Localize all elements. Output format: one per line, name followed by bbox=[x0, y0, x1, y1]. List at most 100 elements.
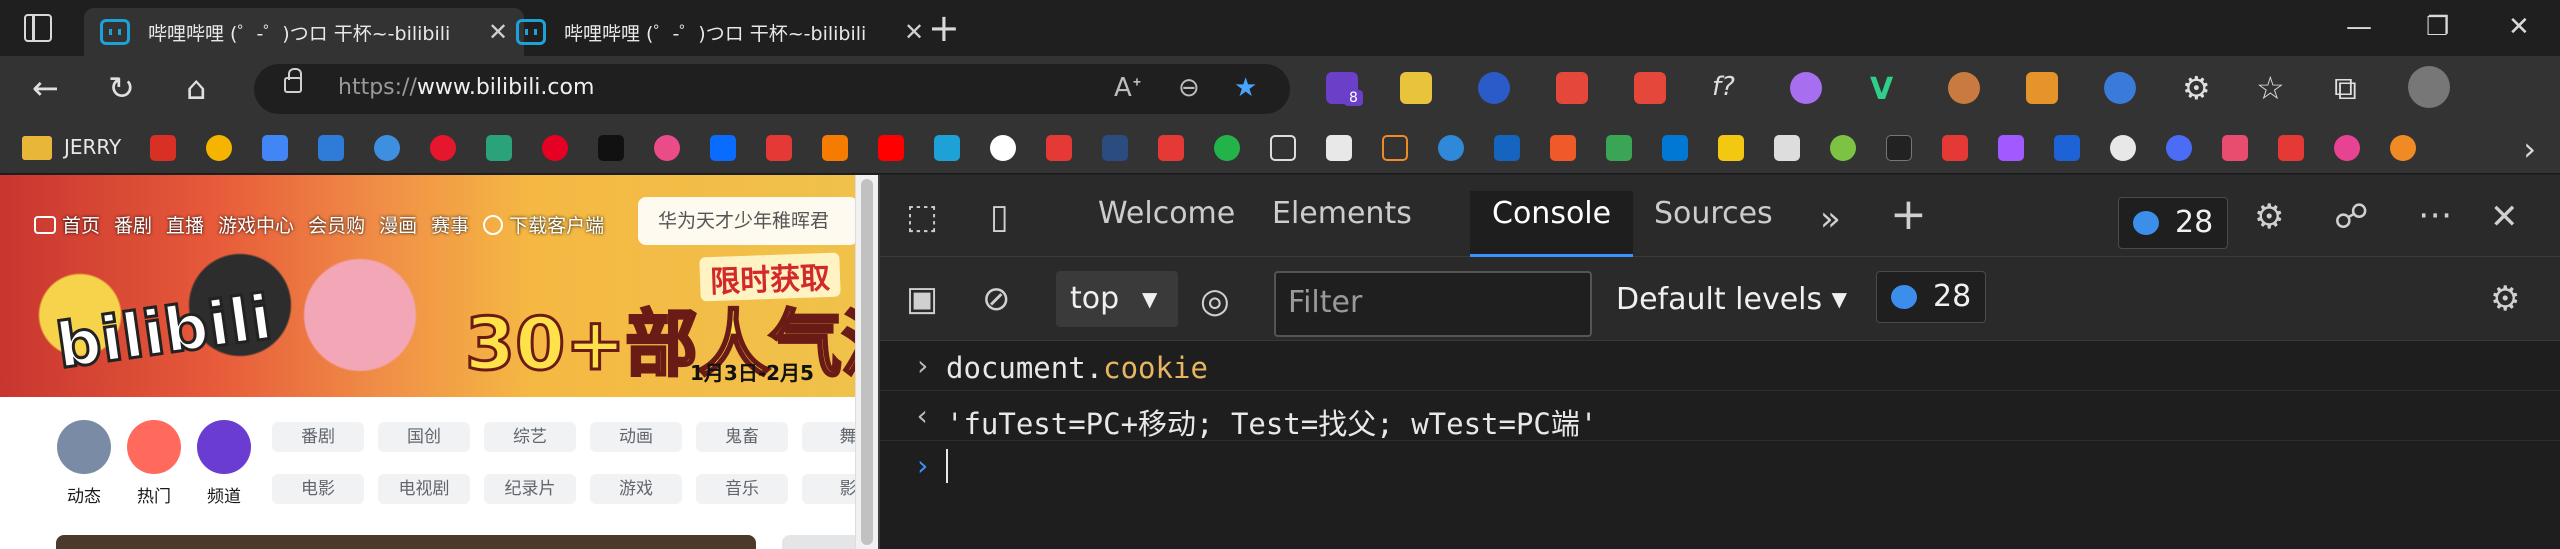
category-guichu[interactable]: 鬼畜 bbox=[696, 422, 788, 452]
on-icon[interactable] bbox=[1662, 135, 1688, 161]
category-tv[interactable]: 电视剧 bbox=[378, 474, 470, 504]
bookmark-33-icon[interactable] bbox=[1942, 135, 1968, 161]
extension-10-icon[interactable] bbox=[2026, 72, 2058, 104]
zhihu-icon[interactable] bbox=[710, 135, 736, 161]
bookmark-37-icon[interactable] bbox=[2166, 135, 2192, 161]
refresh-icon[interactable]: ↻ bbox=[108, 70, 135, 106]
extension-8-icon[interactable]: V bbox=[1870, 72, 1902, 107]
extension-11-icon[interactable] bbox=[2104, 72, 2136, 104]
bookmark-41-icon[interactable] bbox=[2390, 135, 2416, 161]
nav-manga[interactable]: 漫画 bbox=[379, 211, 417, 238]
globe-icon[interactable] bbox=[374, 135, 400, 161]
profile-avatar-icon[interactable] bbox=[2408, 66, 2450, 108]
filter-input[interactable]: Filter bbox=[1274, 271, 1592, 337]
close-devtools-icon[interactable]: ✕ bbox=[2490, 197, 2519, 237]
bookmark-40-icon[interactable] bbox=[2334, 135, 2360, 161]
video-card[interactable] bbox=[782, 535, 862, 549]
formula-icon[interactable]: f? bbox=[1712, 72, 1744, 104]
nav-esports[interactable]: 赛事 bbox=[431, 211, 469, 238]
bookmark-39-icon[interactable] bbox=[2278, 135, 2304, 161]
category-movie[interactable]: 电影 bbox=[272, 474, 364, 504]
wechat-icon[interactable] bbox=[1214, 135, 1240, 161]
new-tab-button[interactable]: + bbox=[928, 9, 960, 47]
extension-2-icon[interactable] bbox=[1400, 72, 1432, 104]
messages-badge[interactable]: 28 bbox=[1876, 271, 1987, 323]
bookmark-30-icon[interactable] bbox=[1774, 135, 1800, 161]
bookmark-36-icon[interactable] bbox=[2110, 135, 2136, 161]
extension-3-icon[interactable] bbox=[1478, 72, 1510, 104]
bookmark-23-icon[interactable] bbox=[1382, 135, 1408, 161]
gmail-icon[interactable] bbox=[150, 135, 176, 161]
favorites-folder-jerry[interactable]: JERRY bbox=[64, 135, 121, 159]
add-tab-icon[interactable]: + bbox=[1890, 193, 1927, 237]
console-output[interactable]: › document.cookie ‹ 'fuTest=PC+移动; Test=… bbox=[880, 341, 2560, 549]
extensions-icon[interactable]: ⚙ bbox=[2182, 70, 2211, 106]
extension-5-icon[interactable] bbox=[1634, 72, 1666, 104]
back-icon[interactable]: ← bbox=[32, 70, 59, 106]
category-guochuang[interactable]: 国创 bbox=[378, 422, 470, 452]
console-result-line[interactable]: ‹ 'fuTest=PC+移动; Test=找父; wTest=PC端' bbox=[880, 391, 2560, 441]
home-icon[interactable]: ⌂ bbox=[186, 70, 206, 106]
tab-sources[interactable]: Sources bbox=[1632, 191, 1795, 257]
console-input-line[interactable]: › document.cookie bbox=[880, 341, 2560, 391]
log-levels-dropdown[interactable]: Default levels ▼ bbox=[1616, 275, 1847, 327]
favorites-icon[interactable]: ☆ bbox=[2256, 70, 2285, 106]
more-tabs-icon[interactable]: » bbox=[1820, 199, 1841, 239]
console-settings-icon[interactable]: ⚙ bbox=[2490, 279, 2520, 319]
close-window-icon[interactable]: ✕ bbox=[2508, 12, 2530, 42]
cookie-icon[interactable] bbox=[1948, 72, 1980, 104]
bookmark-26-icon[interactable] bbox=[1550, 135, 1576, 161]
bookmark-7-icon[interactable] bbox=[486, 135, 512, 161]
tab-console[interactable]: Console bbox=[1470, 191, 1634, 257]
issues-badge[interactable]: 28 bbox=[2118, 197, 2229, 249]
sidebar-toggle-icon[interactable]: ▣ bbox=[906, 279, 938, 319]
search-input[interactable]: 华为天才少年稚晖君 bbox=[638, 197, 858, 245]
weibo-icon[interactable] bbox=[430, 135, 456, 161]
clear-console-icon[interactable]: ⊘ bbox=[982, 279, 1011, 319]
quick-hot[interactable]: 热门 bbox=[124, 420, 184, 507]
bookmark-25-icon[interactable] bbox=[1494, 135, 1520, 161]
context-select[interactable]: top ▼ bbox=[1056, 271, 1178, 327]
category-bangumi[interactable]: 番剧 bbox=[272, 422, 364, 452]
nav-game-center[interactable]: 游戏中心 bbox=[218, 211, 294, 238]
extension-7-icon[interactable] bbox=[1790, 72, 1822, 104]
figma-icon[interactable] bbox=[1998, 135, 2024, 161]
device-emulation-icon[interactable]: ▯ bbox=[990, 197, 1009, 237]
category-documentary[interactable]: 纪录片 bbox=[484, 474, 576, 504]
category-music[interactable]: 音乐 bbox=[696, 474, 788, 504]
banner[interactable]: bilibili 限时获取 30+部人气漫画 1月3日-2月5 首页 番剧 直播… bbox=[0, 175, 878, 397]
sf-icon[interactable] bbox=[1606, 135, 1632, 161]
nav-download[interactable]: 下载客户端 bbox=[483, 211, 604, 238]
codepen-icon[interactable] bbox=[1326, 135, 1352, 161]
bilibili-icon[interactable] bbox=[934, 135, 960, 161]
lock-icon[interactable] bbox=[284, 68, 302, 93]
read-aloud-icon[interactable]: Aᐩ bbox=[1114, 73, 1142, 103]
collections-icon[interactable]: ⧉ bbox=[2334, 70, 2357, 106]
browser-tab-1[interactable]: 哔哩哔哩 (゜-゜)つロ 干杯~-bilibili ✕ bbox=[84, 8, 525, 56]
nav-home[interactable]: 首页 bbox=[34, 211, 100, 238]
tab-close-icon[interactable]: ✕ bbox=[904, 18, 924, 46]
translate-2-icon[interactable] bbox=[318, 135, 344, 161]
chrome-icon[interactable] bbox=[206, 135, 232, 161]
bookmark-38-icon[interactable] bbox=[2222, 135, 2248, 161]
scrollbar-thumb[interactable] bbox=[861, 179, 873, 545]
console-prompt[interactable]: › bbox=[880, 441, 2560, 491]
live-expression-eye-icon[interactable]: ◎ bbox=[1200, 281, 1230, 321]
feedback-icon[interactable]: ☍ bbox=[2334, 197, 2368, 237]
bookmark-32-icon[interactable] bbox=[1886, 135, 1912, 161]
zoom-out-icon[interactable]: ⊖ bbox=[1178, 73, 1200, 103]
bookmark-31-icon[interactable] bbox=[1830, 135, 1856, 161]
category-animation[interactable]: 动画 bbox=[590, 422, 682, 452]
bookmark-18-icon[interactable] bbox=[1102, 135, 1128, 161]
bookmark-35-icon[interactable] bbox=[2054, 135, 2080, 161]
url-text[interactable]: https://www.bilibili.com bbox=[338, 75, 594, 100]
dribbble-icon[interactable] bbox=[654, 135, 680, 161]
address-bar[interactable]: https://www.bilibili.com Aᐩ ⊖ ★ bbox=[254, 64, 1290, 114]
settings-gear-icon[interactable]: ⚙ bbox=[2254, 197, 2284, 237]
github-icon[interactable] bbox=[990, 135, 1016, 161]
tab-welcome[interactable]: Welcome bbox=[1076, 191, 1257, 257]
bookmark-9-icon[interactable] bbox=[598, 135, 624, 161]
browser-tab-2[interactable]: 哔哩哔哩 (゜-゜)つロ 干杯~-bilibili ✕ bbox=[500, 8, 940, 56]
pinterest-icon[interactable] bbox=[542, 135, 568, 161]
chevron-right-icon[interactable]: › bbox=[2523, 130, 2536, 168]
